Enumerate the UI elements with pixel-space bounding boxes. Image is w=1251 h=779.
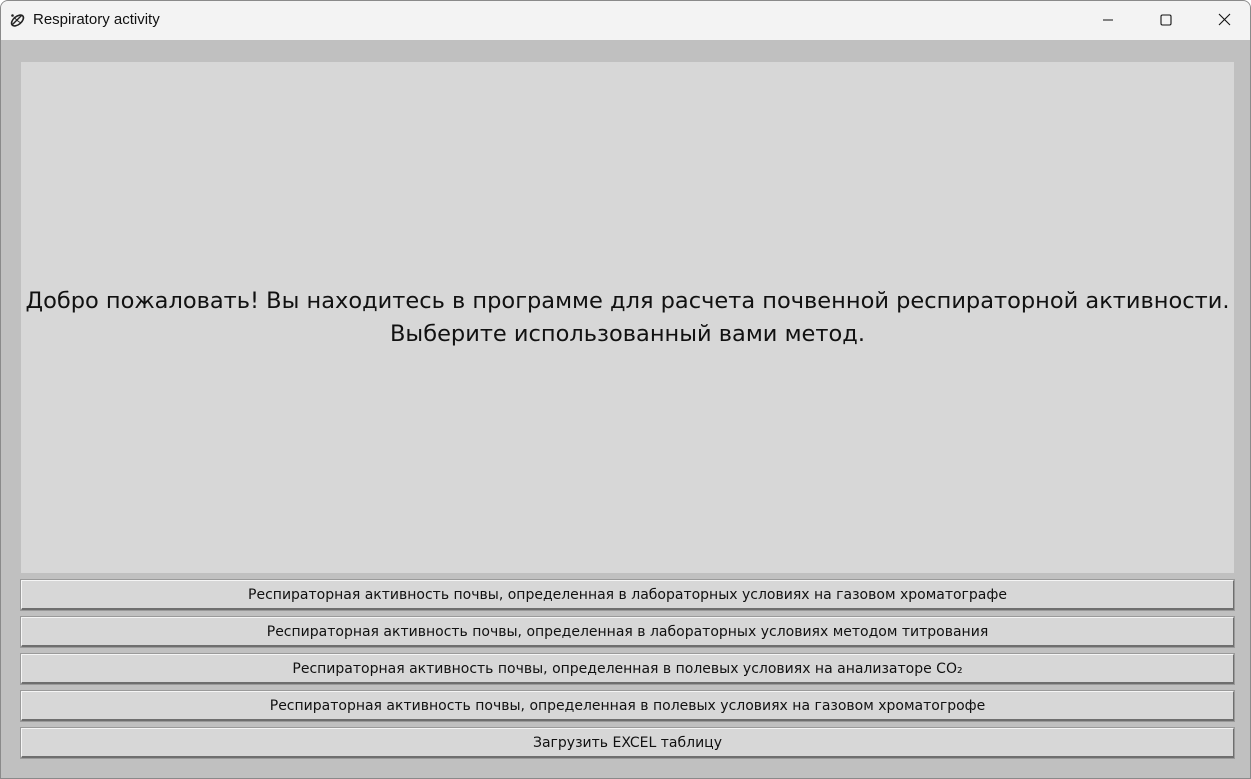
app-window: Respiratory activity Добро пожаловать! В…: [0, 0, 1251, 779]
lab-gas-chromatograph-button[interactable]: Респираторная активность почвы, определе…: [20, 579, 1235, 611]
field-co2-analyzer-button[interactable]: Респираторная активность почвы, определе…: [20, 653, 1235, 685]
close-button[interactable]: [1195, 1, 1250, 40]
minimize-icon: [1102, 11, 1114, 30]
maximize-button[interactable]: [1137, 1, 1195, 40]
load-excel-button[interactable]: Загрузить EXCEL таблицу: [20, 727, 1235, 759]
welcome-panel: Добро пожаловать! Вы находитесь в програ…: [21, 62, 1234, 573]
maximize-icon: [1160, 11, 1172, 30]
window-title: Respiratory activity: [33, 11, 160, 28]
welcome-message: Добро пожаловать! Вы находитесь в програ…: [25, 287, 1230, 314]
lab-titration-button[interactable]: Респираторная активность почвы, определе…: [20, 616, 1235, 648]
title-bar[interactable]: Respiratory activity: [1, 1, 1250, 40]
method-prompt: Выберите использованный вами метод.: [390, 320, 865, 347]
minimize-button[interactable]: [1079, 1, 1137, 40]
close-icon: [1218, 11, 1231, 30]
field-gas-chromatograph-button[interactable]: Респираторная активность почвы, определе…: [20, 690, 1235, 722]
app-icon: [9, 12, 26, 29]
